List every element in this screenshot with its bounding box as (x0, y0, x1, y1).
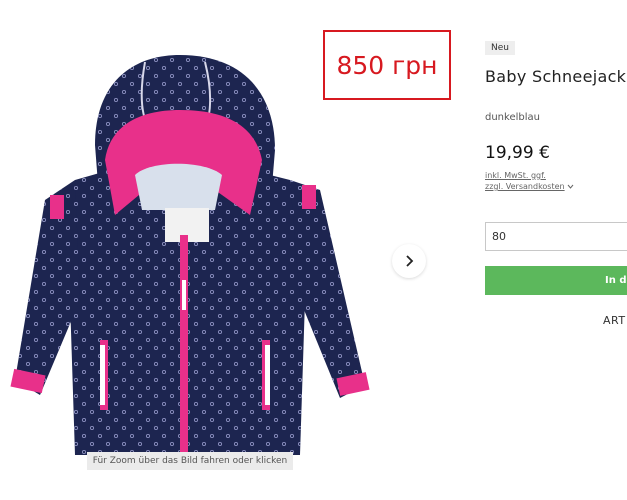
zoom-hint: Für Zoom über das Bild fahren oder klick… (87, 452, 293, 470)
product-price: 19,99 € (485, 143, 550, 163)
tax-info-line-1[interactable]: inkl. MwSt. ggf. (485, 171, 546, 180)
shipping-costs-link[interactable]: zzgl. Versandkosten (485, 182, 565, 191)
product-title-text: Baby Schneejack Allover (485, 67, 627, 86)
tax-info[interactable]: inkl. MwSt. ggf. zzgl. Versandkosten (485, 170, 574, 192)
product-title: Baby Schneejack Allover (485, 66, 627, 88)
product-info-panel: Neu Baby Schneejack Allover dunkelblau 1… (485, 0, 627, 500)
next-image-button[interactable] (392, 244, 426, 278)
add-to-cart-button[interactable]: In de (485, 266, 627, 295)
price-stamp-overlay: 850 грн (323, 30, 451, 100)
article-number-label: ART (603, 314, 626, 327)
color-name: dunkelblau (485, 112, 540, 123)
chevron-down-icon (567, 184, 574, 189)
chevron-right-icon (406, 255, 414, 267)
size-select[interactable]: 80 (485, 222, 627, 251)
new-badge: Neu (485, 41, 515, 55)
